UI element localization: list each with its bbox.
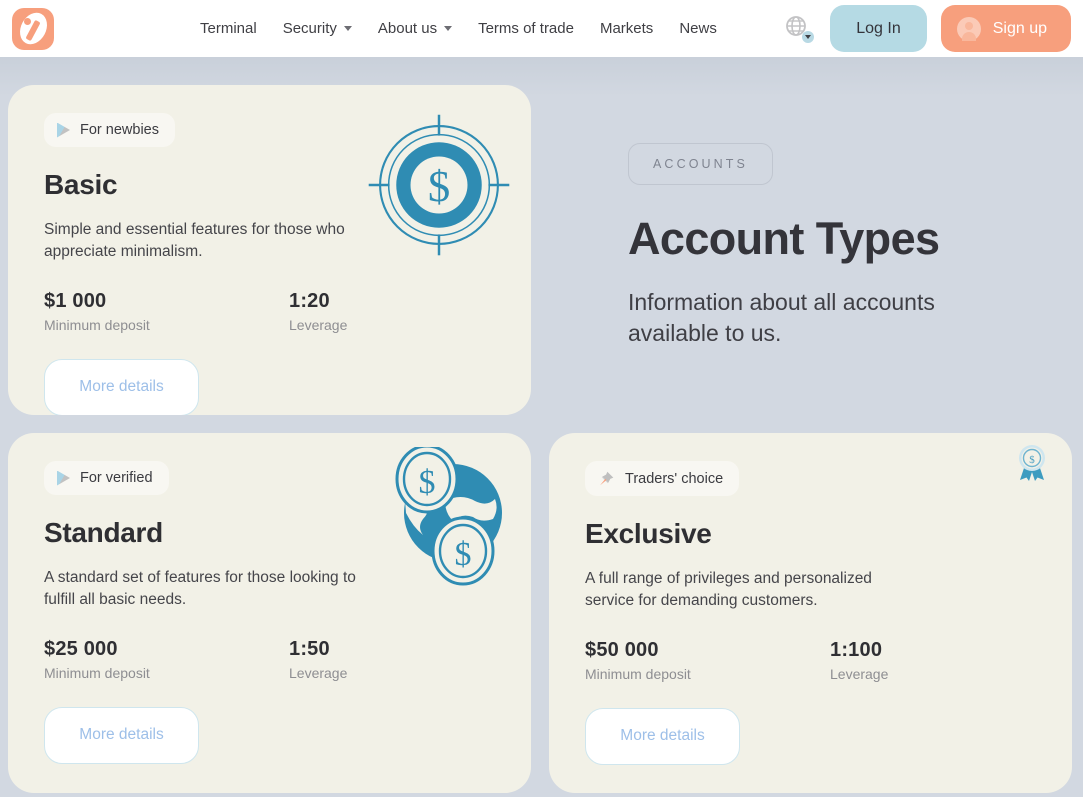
stat-minimum-deposit: $1 000 Minimum deposit (44, 290, 289, 333)
more-details-button[interactable]: More details (585, 707, 740, 765)
language-selector[interactable] (784, 15, 815, 43)
badge-label: For newbies (80, 122, 159, 138)
card-badge[interactable]: For verified (44, 461, 169, 495)
stat-label: Leverage (830, 665, 889, 682)
stat-label: Minimum deposit (585, 665, 691, 682)
stat-value: 1:100 (830, 638, 883, 661)
target-dollar-icon: $ (368, 114, 510, 256)
signup-button[interactable]: Sign up (940, 5, 1071, 52)
svg-text:$: $ (455, 536, 472, 573)
pushpin-icon (600, 471, 614, 486)
flag-icon (57, 470, 70, 486)
logo-icon[interactable] (12, 7, 54, 50)
nav-label: Terms of trade (478, 20, 574, 37)
logo-dot-shape (24, 17, 31, 25)
nav-item-terms-of-trade[interactable]: Terms of trade (478, 20, 574, 37)
nav-item-news[interactable]: News (679, 20, 717, 37)
stat-value: $1 000 (44, 289, 107, 312)
header-actions: Log In Sign up (784, 5, 1071, 52)
svg-text:$: $ (428, 161, 450, 211)
card-badge[interactable]: Traders' choice (585, 461, 740, 496)
chevron-down-icon (343, 26, 352, 31)
hero-section: ACCOUNTS Account Types Information about… (549, 85, 1072, 415)
card-description: Simple and essential features for those … (44, 221, 345, 261)
globe-coins-icon: $ $ (395, 447, 502, 586)
stat-label: Minimum deposit (44, 316, 150, 333)
nav-label: Terminal (200, 20, 257, 37)
stat-value: $50 000 (585, 638, 659, 661)
site-header: Terminal Security About us Terms of trad… (0, 0, 1083, 57)
nav-label: News (679, 20, 717, 37)
stat-minimum-deposit: $25 000 Minimum deposit (44, 638, 289, 681)
login-button[interactable]: Log In (830, 5, 927, 52)
nav-item-terminal[interactable]: Terminal (200, 20, 257, 37)
account-card-basic[interactable]: For newbies Basic Simple and essential f… (8, 85, 531, 415)
card-stats: $50 000 Minimum deposit 1:100 Leverage (585, 639, 1036, 682)
nav-item-about-us[interactable]: About us (377, 20, 453, 37)
stat-value: 1:50 (289, 637, 330, 660)
badge-label: For verified (80, 470, 153, 486)
stat-value: 1:20 (289, 289, 330, 312)
more-details-button[interactable]: More details (44, 706, 199, 764)
stat-minimum-deposit: $50 000 Minimum deposit (585, 639, 830, 682)
account-card-standard[interactable]: For verified Standard A standard set of … (8, 433, 531, 793)
signup-label: Sign up (992, 19, 1047, 37)
card-title: Exclusive (585, 518, 712, 549)
card-description: A full range of privileges and personali… (585, 570, 872, 610)
page-title: Account Types (628, 213, 940, 264)
chevron-down-icon (802, 30, 815, 43)
user-avatar-icon (956, 16, 981, 41)
stat-leverage: 1:50 Leverage (289, 638, 347, 681)
chevron-down-icon (444, 26, 453, 31)
svg-text:$: $ (1029, 454, 1035, 466)
nav-label: Security (282, 20, 337, 37)
nav-label: About us (377, 20, 438, 37)
page-body: For newbies Basic Simple and essential f… (0, 57, 1083, 797)
svg-text:$: $ (419, 464, 436, 501)
stat-label: Minimum deposit (44, 664, 150, 681)
nav-item-security[interactable]: Security (283, 20, 352, 37)
more-details-button[interactable]: More details (44, 358, 199, 415)
stat-leverage: 1:100 Leverage (830, 639, 888, 682)
hero-subtitle: Information about all accounts available… (628, 289, 935, 346)
card-description: A standard set of features for those loo… (44, 569, 356, 609)
flag-icon (57, 122, 70, 138)
stat-label: Leverage (289, 664, 348, 681)
stat-label: Leverage (289, 316, 348, 333)
badge-label: Traders' choice (625, 470, 724, 487)
account-card-exclusive[interactable]: Traders' choice Exclusive A full range o… (549, 433, 1072, 793)
card-stats: $25 000 Minimum deposit 1:50 Leverage (44, 638, 495, 681)
accounts-grid: For newbies Basic Simple and essential f… (8, 85, 1075, 793)
hero-eyebrow: ACCOUNTS (628, 143, 773, 185)
stat-value: $25 000 (44, 637, 118, 660)
main-navigation: Terminal Security About us Terms of trad… (200, 20, 717, 37)
nav-item-markets[interactable]: Markets (600, 20, 653, 37)
card-badge[interactable]: For newbies (44, 113, 175, 147)
award-ribbon-icon: $ (1019, 445, 1045, 481)
card-stats: $1 000 Minimum deposit 1:20 Leverage (44, 290, 495, 333)
stat-leverage: 1:20 Leverage (289, 290, 347, 333)
nav-label: Markets (599, 20, 654, 37)
